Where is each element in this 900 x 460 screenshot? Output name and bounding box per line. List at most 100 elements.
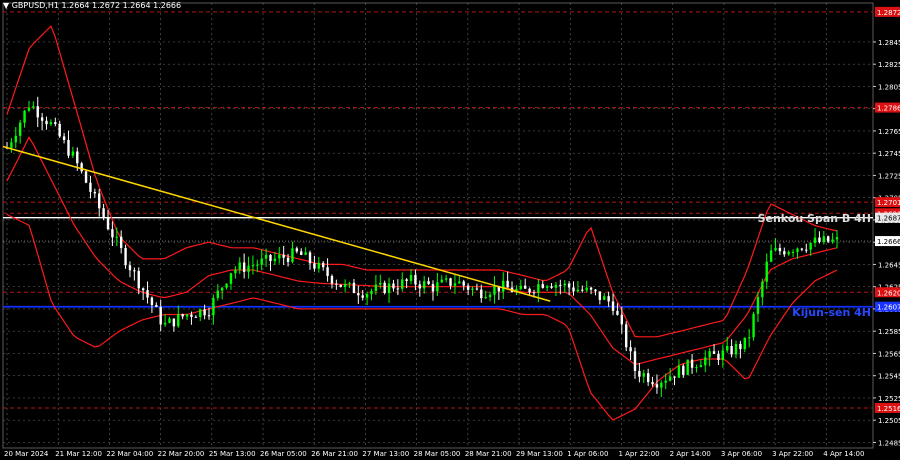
price-tick-label: 1.2545: [878, 373, 900, 381]
candle-body: [124, 247, 127, 266]
candle-body: [295, 248, 299, 252]
price-tick-label: 1.2565: [878, 350, 900, 358]
candle-body: [62, 136, 66, 140]
candle-body: [493, 285, 496, 295]
candle-body: [800, 248, 804, 250]
candle-body: [401, 279, 404, 289]
candle-body: [291, 248, 294, 262]
candle-body: [141, 288, 145, 291]
candle-body: [480, 289, 483, 299]
candle-body: [150, 297, 154, 306]
senkou-span-b-label: Senkou Span B 4H: [757, 212, 871, 225]
candle-body: [444, 278, 448, 280]
level-price-label: 1.2701: [877, 199, 900, 207]
candle-body: [40, 117, 44, 121]
candle-body: [238, 262, 241, 270]
candle-body: [449, 278, 452, 286]
price-tick-label: 1.2585: [878, 328, 900, 336]
level-price-label: 1.2786: [877, 105, 900, 113]
candle-body: [23, 110, 26, 123]
candle-body: [234, 269, 237, 274]
candle-body: [36, 106, 39, 118]
candle-body: [251, 265, 255, 267]
candle-body: [194, 316, 198, 318]
candle-body: [563, 283, 566, 286]
candle-body: [721, 350, 725, 360]
candle-body: [177, 314, 180, 327]
candle-body: [321, 262, 325, 268]
candle-body: [589, 287, 593, 290]
candle-body: [453, 283, 457, 286]
candle-body: [89, 182, 92, 192]
candle-body: [98, 193, 101, 209]
price-chart[interactable]: 1.28451.28251.28051.27851.27651.27451.27…: [0, 0, 900, 460]
candle-body: [172, 318, 176, 327]
candle-body: [67, 139, 70, 156]
time-tick-label: 25 Mar 13:00: [209, 450, 256, 458]
candle-body: [418, 284, 422, 289]
candle-body: [54, 122, 57, 125]
candle-body: [765, 261, 768, 282]
candle-body: [71, 151, 75, 156]
candle-body: [133, 270, 136, 272]
candle-body: [660, 382, 663, 388]
chart-background: [0, 0, 900, 460]
candle-body: [796, 248, 799, 252]
candle-body: [559, 284, 562, 286]
candle-body: [102, 208, 105, 218]
candle-body: [379, 282, 382, 285]
candle-body: [264, 254, 268, 259]
candle-body: [791, 251, 795, 253]
level-price-label: 1.2872: [877, 9, 900, 17]
candle-body: [576, 289, 580, 292]
candle-body: [225, 283, 228, 288]
candle-body: [747, 337, 751, 339]
candle-body: [633, 351, 637, 371]
candle-body: [502, 280, 505, 292]
candle-body: [537, 284, 540, 293]
candle-body: [392, 283, 395, 289]
time-tick-label: 28 Mar 21:00: [465, 450, 512, 458]
candle-body: [783, 251, 786, 255]
candle-body: [620, 314, 624, 325]
price-tick-label: 1.2485: [878, 439, 900, 447]
candle-body: [256, 264, 259, 266]
candle-body: [212, 297, 215, 316]
candle-body: [128, 265, 132, 271]
candle-body: [352, 282, 356, 293]
candle-body: [242, 262, 246, 272]
candle-body: [300, 251, 303, 255]
candle-body: [739, 343, 742, 350]
candle-body: [427, 281, 430, 285]
candle-body: [374, 284, 378, 291]
time-tick-label: 4 Apr 14:00: [823, 450, 864, 458]
collapse-triangle-icon[interactable]: ▼: [3, 1, 12, 10]
candle-body: [49, 122, 53, 125]
candle-body: [343, 283, 347, 287]
candle-body: [734, 343, 738, 355]
candle-body: [835, 237, 839, 240]
time-tick-label: 3 Apr 22:00: [772, 450, 813, 458]
candle-body: [27, 107, 31, 111]
candle-body: [677, 365, 681, 378]
candle-body: [357, 292, 360, 296]
candle-body: [655, 384, 659, 388]
candle-body: [466, 285, 470, 290]
candle-body: [326, 267, 329, 276]
candle-body: [339, 284, 342, 287]
candle-body: [475, 288, 479, 290]
candle-body: [317, 262, 320, 269]
price-tick-label: 1.2725: [878, 172, 900, 180]
candle-body: [115, 236, 118, 238]
candle-body: [383, 282, 386, 294]
candle-body: [32, 106, 35, 108]
candle-body: [756, 297, 760, 314]
price-tick-label: 1.2825: [878, 61, 900, 69]
candle-body: [519, 285, 523, 289]
candle-body: [611, 301, 615, 311]
candle-body: [431, 284, 435, 292]
candle-body: [668, 376, 672, 381]
candle-body: [730, 346, 733, 355]
candle-body: [646, 373, 650, 383]
candle-body: [18, 122, 22, 136]
